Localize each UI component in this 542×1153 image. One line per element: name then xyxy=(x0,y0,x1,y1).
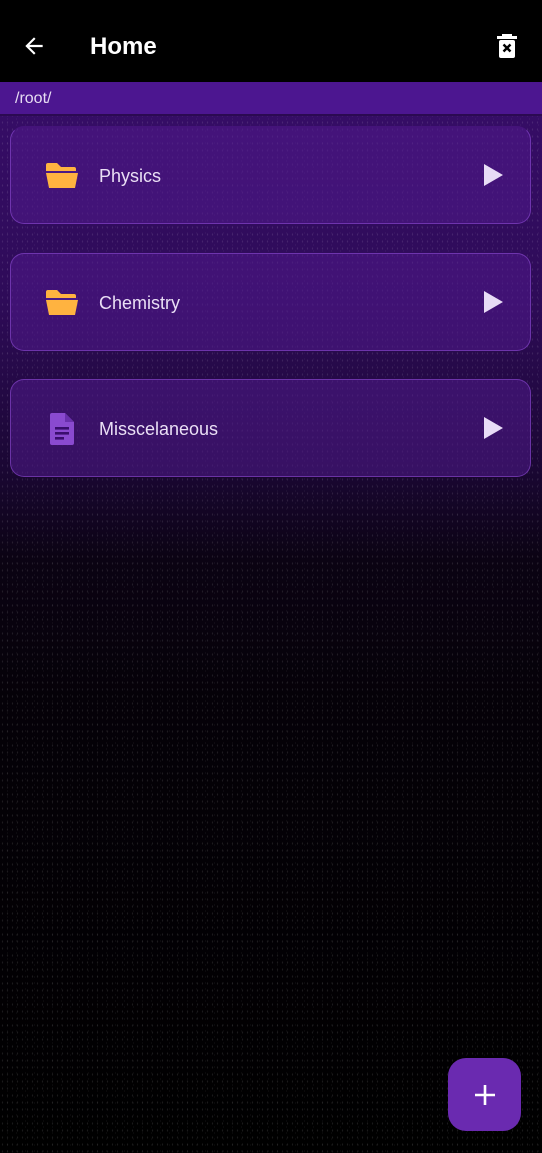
arrow-left-icon xyxy=(25,37,43,55)
delete-button[interactable] xyxy=(492,31,522,61)
folder-open-icon xyxy=(43,159,81,193)
screen: Home /root/ Physics Chemistry Misscelane… xyxy=(0,0,542,1153)
current-path: /root/ xyxy=(15,90,52,107)
play-arrow-icon xyxy=(482,290,504,314)
list-item-chemistry[interactable]: Chemistry xyxy=(10,253,531,351)
play-arrow-icon xyxy=(482,163,504,187)
list-item-misscelaneous[interactable]: Misscelaneous xyxy=(10,379,531,477)
trash-x-icon xyxy=(497,34,517,58)
list-item-physics[interactable]: Physics xyxy=(10,126,531,224)
play-arrow-icon xyxy=(482,416,504,440)
add-button[interactable] xyxy=(448,1058,521,1131)
app-bar: Home xyxy=(0,0,542,82)
folder-open-icon xyxy=(43,286,81,320)
item-label: Physics xyxy=(99,166,162,186)
item-label: Misscelaneous xyxy=(99,419,219,439)
back-button[interactable] xyxy=(18,30,50,62)
page-title: Home xyxy=(90,33,157,60)
item-label: Chemistry xyxy=(99,293,181,313)
document-icon xyxy=(43,412,81,446)
path-bar: /root/ xyxy=(0,82,542,116)
plus-icon xyxy=(474,1084,495,1105)
